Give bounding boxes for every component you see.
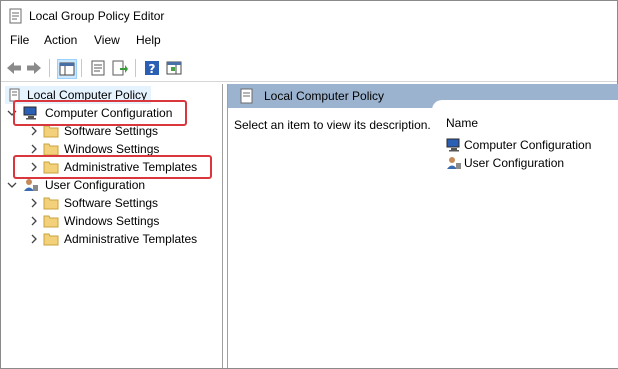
tree-item-label: Windows Settings bbox=[64, 214, 160, 228]
toolbar-separator bbox=[135, 59, 136, 77]
folder-icon bbox=[43, 125, 59, 138]
computer-icon bbox=[446, 138, 460, 152]
chevron-right-icon[interactable] bbox=[29, 215, 39, 227]
details-pane: Local Computer Policy Select an item to … bbox=[227, 84, 618, 368]
list-item-label: Computer Configuration bbox=[464, 138, 592, 152]
toolbar: ? bbox=[1, 55, 617, 82]
list-item-computer-configuration[interactable]: Computer Configuration bbox=[446, 136, 616, 154]
description-text: Select an item to view its description. bbox=[234, 118, 431, 132]
tree-item-label: Administrative Templates bbox=[64, 232, 198, 246]
menu-file[interactable]: File bbox=[10, 33, 29, 47]
details-header-title: Local Computer Policy bbox=[264, 89, 385, 103]
name-column-header[interactable]: Name bbox=[446, 116, 478, 130]
help-icon[interactable]: ? bbox=[143, 59, 161, 77]
folder-icon bbox=[43, 143, 59, 156]
user-icon bbox=[447, 157, 461, 169]
highlight-box bbox=[13, 100, 187, 126]
policy-document-icon bbox=[240, 88, 253, 104]
chevron-right-icon[interactable] bbox=[29, 233, 39, 245]
user-icon bbox=[24, 179, 38, 191]
folder-icon bbox=[43, 197, 59, 210]
chevron-down-icon[interactable] bbox=[7, 179, 17, 191]
toolbar-separator bbox=[81, 59, 82, 77]
policy-document-icon bbox=[9, 8, 22, 24]
show-hide-action-pane-icon[interactable] bbox=[165, 59, 183, 77]
highlight-box bbox=[13, 155, 212, 179]
tree-item-label: User Configuration bbox=[45, 178, 146, 192]
toolbar-separator bbox=[49, 59, 50, 77]
show-hide-tree-icon[interactable] bbox=[57, 59, 77, 79]
tree-item-administrative-templates[interactable]: Administrative Templates bbox=[5, 230, 210, 248]
chevron-right-icon[interactable] bbox=[29, 125, 39, 137]
tree-pane: Local Computer Policy Computer Configura… bbox=[1, 84, 223, 368]
export-list-icon[interactable] bbox=[111, 59, 129, 77]
list-item-label: User Configuration bbox=[464, 156, 565, 170]
tree-item-label: Software Settings bbox=[64, 196, 159, 210]
properties-icon[interactable] bbox=[89, 59, 107, 77]
folder-icon bbox=[43, 215, 59, 228]
menu-help[interactable]: Help bbox=[136, 33, 161, 47]
svg-text:?: ? bbox=[149, 62, 156, 76]
chevron-right-icon[interactable] bbox=[29, 143, 39, 155]
chevron-right-icon[interactable] bbox=[29, 197, 39, 209]
forward-arrow-icon[interactable] bbox=[25, 59, 43, 77]
title-bar: Local Group Policy Editor bbox=[1, 1, 617, 31]
header-tab-curve bbox=[432, 100, 618, 112]
gpedit-window: Local Group Policy Editor File Action Vi… bbox=[0, 0, 618, 369]
window-title: Local Group Policy Editor bbox=[29, 9, 165, 23]
tree-item-software-settings[interactable]: Software Settings bbox=[5, 194, 205, 212]
tree-item-label: Software Settings bbox=[64, 124, 159, 138]
tree-item-label: Windows Settings bbox=[64, 142, 160, 156]
folder-icon bbox=[43, 233, 59, 246]
menu-action[interactable]: Action bbox=[44, 33, 77, 47]
menu-view[interactable]: View bbox=[94, 33, 120, 47]
tree-item-windows-settings[interactable]: Windows Settings bbox=[5, 212, 205, 230]
list-item-user-configuration[interactable]: User Configuration bbox=[446, 154, 616, 172]
back-arrow-icon[interactable] bbox=[5, 59, 23, 77]
